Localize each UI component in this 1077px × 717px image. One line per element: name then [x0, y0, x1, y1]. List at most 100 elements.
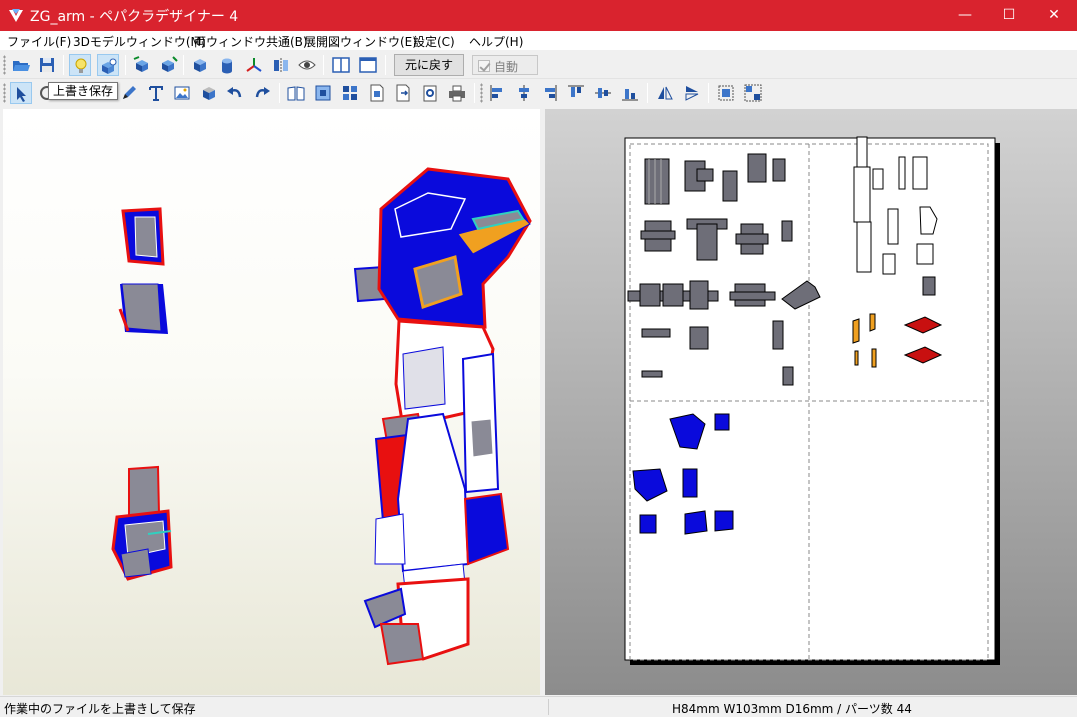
toolbar-grip[interactable] — [3, 83, 6, 103]
mirror-icon — [274, 58, 288, 73]
texture-toggle-button[interactable] — [97, 54, 119, 76]
flip-vertical-button[interactable] — [681, 82, 703, 104]
model-part-shoulder[interactable] — [353, 167, 532, 329]
revert-button[interactable]: 元に戻す — [394, 54, 464, 76]
symmetry-button[interactable] — [270, 54, 292, 76]
align-left-icon — [490, 85, 502, 101]
toolbar-grip[interactable] — [3, 55, 6, 75]
save-button[interactable] — [36, 54, 58, 76]
menu-help[interactable]: ヘルプ(H) — [469, 33, 523, 50]
unfold-2d-canvas — [624, 136, 1000, 665]
menu-file[interactable]: ファイル(F) — [7, 33, 71, 50]
cube-view-button[interactable] — [189, 54, 211, 76]
align-top-icon — [568, 85, 584, 97]
align-middle-button[interactable] — [592, 82, 614, 104]
single-view-button[interactable] — [357, 54, 379, 76]
axis-icon — [246, 58, 262, 72]
pencil-icon — [123, 86, 136, 99]
align-middle-icon — [595, 88, 611, 98]
box-part-button[interactable] — [198, 82, 220, 104]
model-3d-canvas — [111, 167, 532, 666]
image-icon — [174, 86, 190, 100]
fit-parts-button[interactable] — [312, 82, 334, 104]
align-top-button[interactable] — [565, 82, 587, 104]
ungroup-icon — [744, 84, 762, 102]
status-bar: 作業中のファイルを上書きして保存 H84mm W103mm D16mm / パー… — [0, 696, 1077, 717]
arrange-parts-button[interactable] — [339, 82, 361, 104]
text-icon — [149, 86, 163, 101]
model-part-hand[interactable] — [111, 465, 173, 581]
page-icon — [370, 84, 384, 102]
model-part-elbow[interactable] — [363, 563, 470, 666]
move-model-icon — [162, 56, 178, 72]
light-toggle-button[interactable] — [69, 54, 91, 76]
select-arrow-icon — [17, 87, 26, 102]
undo-button[interactable] — [224, 82, 246, 104]
model-part-forearm-top[interactable] — [121, 207, 165, 266]
auto-label: 自動 — [494, 60, 519, 74]
ungroup-button[interactable] — [742, 82, 764, 104]
light-bulb-icon — [75, 58, 87, 73]
cylinder-icon — [222, 58, 232, 74]
flip-horizontal-icon — [658, 86, 673, 100]
print-preview-button[interactable] — [419, 82, 441, 104]
main-toolbar: 元に戻す 自動 — [0, 52, 1077, 79]
unfold-button[interactable] — [285, 82, 307, 104]
split-window-icon — [332, 57, 350, 73]
flip-horizontal-button[interactable] — [654, 82, 676, 104]
align-left-button[interactable] — [487, 82, 509, 104]
box-icon — [203, 87, 215, 100]
align-center-icon — [519, 85, 529, 101]
menu-both-windows[interactable]: 両ウィンドウ共通(B) — [194, 33, 308, 50]
select-tool-button[interactable] — [10, 82, 32, 104]
cylinder-view-button[interactable] — [216, 54, 238, 76]
menu-settings[interactable]: 設定(C) — [413, 33, 455, 50]
fit-page-icon — [315, 85, 331, 101]
single-window-icon — [359, 57, 377, 73]
text-tool-button[interactable] — [145, 82, 167, 104]
toolbar-grip[interactable] — [480, 83, 483, 103]
group-icon — [718, 85, 734, 101]
menu-bar: ファイル(F) 3Dモデルウィンドウ(M) 両ウィンドウ共通(B) 展開図ウィン… — [0, 31, 1077, 51]
print-preview-icon — [423, 85, 437, 102]
align-right-button[interactable] — [538, 82, 560, 104]
rotate-model-icon — [133, 56, 148, 72]
axis-button[interactable] — [243, 54, 265, 76]
model-part-forearm-mid[interactable] — [118, 283, 168, 334]
cube-icon — [194, 59, 206, 72]
split-view-button[interactable] — [330, 54, 352, 76]
tooltip: 上書き保存 — [48, 82, 119, 100]
auto-checkbox[interactable]: 自動 — [472, 55, 538, 75]
unfold-2d-viewport[interactable] — [545, 109, 1077, 695]
align-right-icon — [545, 85, 557, 101]
page-number-button[interactable] — [366, 82, 388, 104]
group-button[interactable] — [715, 82, 737, 104]
align-bottom-icon — [622, 89, 638, 101]
printer-icon — [449, 85, 465, 102]
align-center-button[interactable] — [513, 82, 535, 104]
status-dimensions: H84mm W103mm D16mm / パーツ数 44 — [672, 702, 912, 716]
model-3d-viewport[interactable] — [3, 109, 540, 695]
flip-vertical-icon — [685, 86, 699, 101]
export-button[interactable] — [392, 82, 414, 104]
rotate-view-button[interactable] — [131, 54, 153, 76]
redo-button[interactable] — [251, 82, 273, 104]
book-icon — [287, 86, 305, 101]
minimize-button[interactable]: — — [942, 0, 988, 31]
maximize-button[interactable]: ☐ — [986, 0, 1032, 31]
grid-parts-icon — [343, 86, 357, 100]
menu-unfold-window[interactable]: 展開図ウィンドウ(E) — [304, 33, 417, 50]
title-bar: ZG_arm - ペパクラデザイナー 4 — ☐ ✕ — [0, 0, 1077, 31]
pan-view-button[interactable] — [157, 54, 179, 76]
app-logo-icon — [9, 9, 23, 22]
view-eye-button[interactable] — [296, 54, 318, 76]
close-button[interactable]: ✕ — [1031, 0, 1077, 31]
paper-sheet — [624, 137, 1000, 665]
align-bottom-button[interactable] — [619, 82, 641, 104]
image-tool-button[interactable] — [171, 82, 193, 104]
edit-part-button[interactable] — [118, 82, 140, 104]
redo-icon — [255, 87, 270, 98]
open-button[interactable] — [10, 54, 32, 76]
menu-3d-model-window[interactable]: 3Dモデルウィンドウ(M) — [73, 33, 206, 50]
print-button[interactable] — [446, 82, 468, 104]
